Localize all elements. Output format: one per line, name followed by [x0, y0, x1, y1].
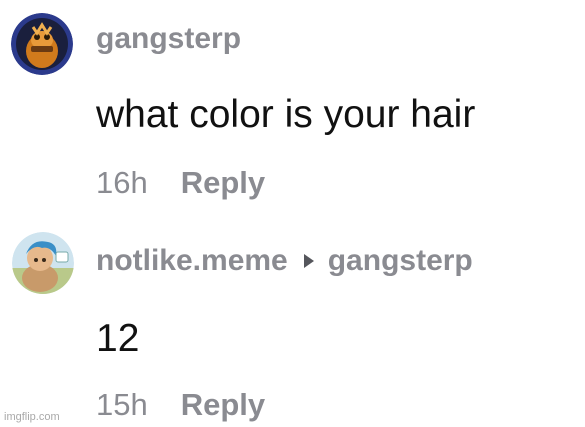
- character-avatar-icon[interactable]: [11, 13, 73, 75]
- comment-timestamp: 16h: [96, 165, 148, 200]
- reply-to-username[interactable]: gangsterp: [328, 244, 473, 278]
- reply-button[interactable]: Reply: [181, 165, 265, 201]
- comment-meta: 16h Reply: [96, 165, 265, 201]
- comment-text: what color is your hair: [96, 93, 476, 136]
- watermark: imgflip.com: [4, 411, 60, 423]
- comment-meta: 15h Reply: [96, 387, 265, 423]
- reply-arrow-icon: [303, 254, 314, 268]
- anime-character-avatar-icon[interactable]: [12, 232, 74, 294]
- reply-header: notlike.meme gangsterp: [96, 244, 473, 278]
- comment-username[interactable]: notlike.meme: [96, 244, 288, 278]
- comment-username[interactable]: gangsterp: [96, 22, 241, 56]
- comment-text: 12: [96, 317, 140, 360]
- comment-timestamp: 15h: [96, 387, 148, 422]
- reply-button[interactable]: Reply: [181, 387, 265, 423]
